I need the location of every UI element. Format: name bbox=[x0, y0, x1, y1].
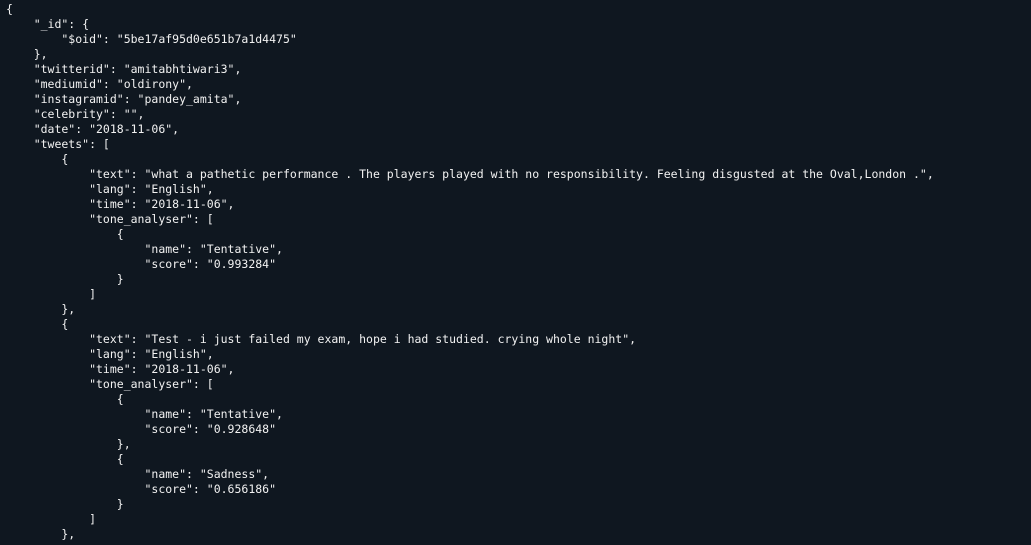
code-line: ] bbox=[6, 287, 97, 301]
code-line: "mediumid": "oldirony", bbox=[6, 77, 193, 91]
code-line: "tone_analyser": [ bbox=[6, 377, 214, 391]
code-line: "$oid": "5be17af95d0e651b7a1d4475" bbox=[6, 32, 297, 46]
code-line: "twitterid": "amitabhtiwari3", bbox=[6, 62, 242, 76]
code-line: ] bbox=[6, 512, 97, 526]
code-line: "celebrity": "", bbox=[6, 107, 145, 121]
code-line: } bbox=[6, 497, 124, 511]
code-line: }, bbox=[6, 47, 48, 61]
code-line: "lang": "English", bbox=[6, 182, 214, 196]
code-line: }, bbox=[6, 302, 76, 316]
code-line: { bbox=[6, 152, 69, 166]
code-line: } bbox=[6, 272, 124, 286]
code-line: { bbox=[6, 452, 124, 466]
code-line: { bbox=[6, 317, 69, 331]
json-viewer[interactable]: { "_id": { "$oid": "5be17af95d0e651b7a1d… bbox=[0, 0, 1031, 545]
code-line: "time": "2018-11-06", bbox=[6, 362, 235, 376]
code-line: "text": "what a pathetic performance . T… bbox=[6, 167, 934, 181]
code-line: "tone_analyser": [ bbox=[6, 212, 214, 226]
code-line: "score": "0.656186" bbox=[6, 482, 277, 496]
code-line: "_id": { bbox=[6, 17, 90, 31]
code-line: "score": "0.993284" bbox=[6, 257, 277, 271]
json-document: { "_id": { "$oid": "5be17af95d0e651b7a1d… bbox=[6, 2, 934, 542]
code-line: }, bbox=[6, 527, 76, 541]
code-line: { bbox=[6, 227, 124, 241]
code-line: "instagramid": "pandey_amita", bbox=[6, 92, 242, 106]
code-line: "date": "2018-11-06", bbox=[6, 122, 180, 136]
code-line: { bbox=[6, 392, 124, 406]
code-line: "tweets": [ bbox=[6, 137, 110, 151]
code-line: { bbox=[6, 2, 13, 16]
code-line: }, bbox=[6, 437, 131, 451]
code-line: "score": "0.928648" bbox=[6, 422, 277, 436]
code-line: "lang": "English", bbox=[6, 347, 214, 361]
code-line: "time": "2018-11-06", bbox=[6, 197, 235, 211]
code-line: "name": "Tentative", bbox=[6, 242, 283, 256]
code-line: "name": "Tentative", bbox=[6, 407, 283, 421]
code-line: "text": "Test - i just failed my exam, h… bbox=[6, 332, 637, 346]
code-line: "name": "Sadness", bbox=[6, 467, 270, 481]
